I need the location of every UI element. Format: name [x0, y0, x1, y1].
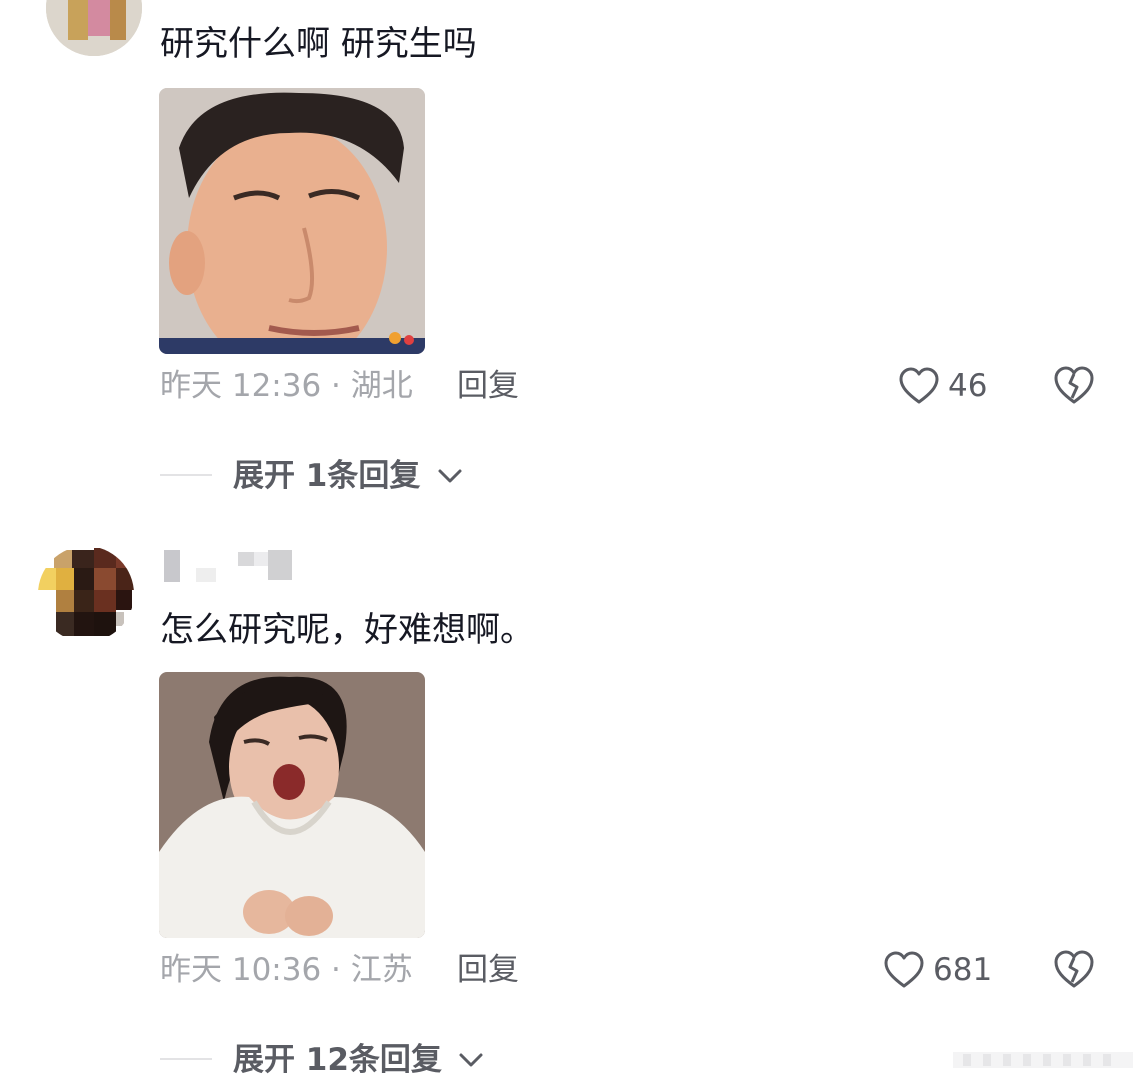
expand-replies-button[interactable]: 展开 12条回复 — [233, 1040, 442, 1080]
comment-meta: 昨天 12:36 · 湖北 — [160, 368, 413, 404]
avatar[interactable] — [46, 0, 142, 56]
avatar[interactable] — [38, 546, 134, 642]
heart-outline-icon[interactable] — [883, 950, 925, 990]
expand-replies-button[interactable]: 展开 1条回复 — [233, 456, 420, 496]
chevron-down-icon[interactable] — [436, 466, 464, 486]
sticker-image[interactable] — [159, 672, 425, 938]
username-blurred[interactable] — [160, 548, 300, 582]
avatar-image — [46, 0, 142, 56]
sticker-face-squint — [159, 88, 425, 354]
reply-button[interactable]: 回复 — [457, 366, 519, 406]
like-count: 681 — [933, 952, 993, 988]
broken-heart-icon[interactable] — [1053, 364, 1095, 406]
sticker-face-gasp — [159, 672, 425, 938]
chevron-down-icon[interactable] — [457, 1050, 485, 1070]
comment-meta: 昨天 10:36 · 江苏 — [160, 952, 413, 988]
sticker-image[interactable] — [159, 88, 425, 354]
divider — [160, 1058, 212, 1060]
comment-text: 研究什么啊 研究生吗 — [160, 24, 477, 64]
like-count: 46 — [948, 368, 988, 404]
broken-heart-icon[interactable] — [1053, 948, 1095, 990]
avatar-image — [38, 546, 134, 642]
reply-button[interactable]: 回复 — [457, 950, 519, 990]
comment-text: 怎么研究呢，好难想啊。 — [160, 610, 534, 650]
watermark — [953, 1052, 1133, 1068]
divider — [160, 474, 212, 476]
heart-outline-icon[interactable] — [898, 366, 940, 406]
